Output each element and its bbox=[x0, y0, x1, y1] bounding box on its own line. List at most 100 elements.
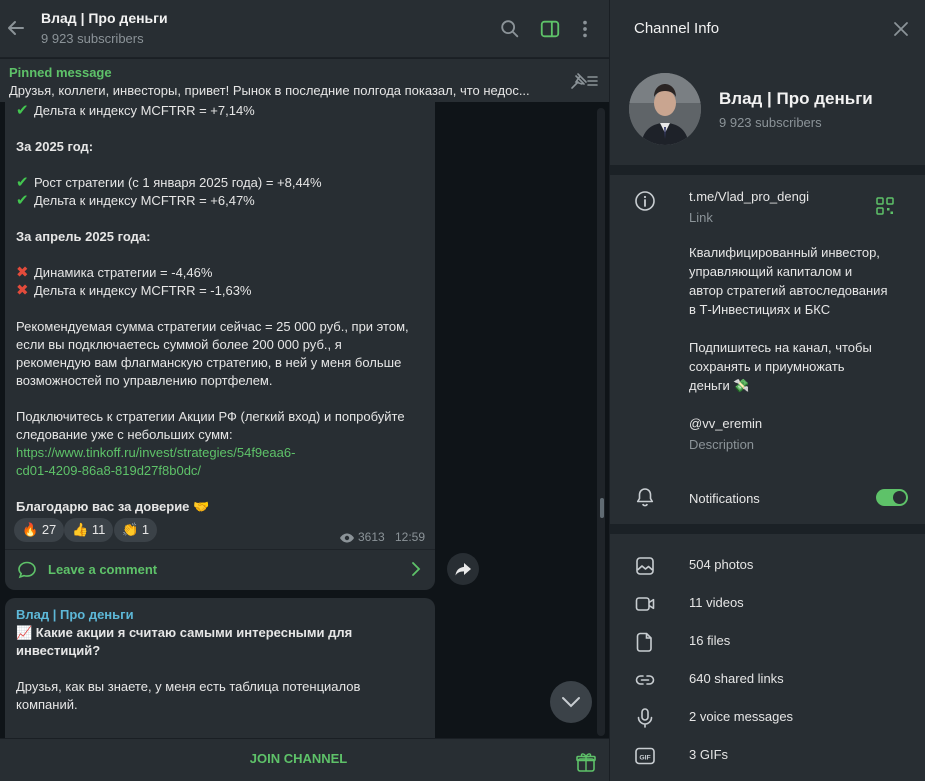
message-heading: За 2025 год: bbox=[16, 139, 94, 154]
media-row-files[interactable]: 16 files bbox=[610, 631, 925, 653]
pinned-message-bar[interactable]: Pinned message Друзья, коллеги, инвестор… bbox=[0, 58, 609, 102]
views-eye-icon bbox=[340, 533, 354, 543]
cross-mark-icon: ✖ bbox=[16, 264, 29, 281]
strategy-link[interactable]: https://www.tinkoff.ru/invest/strategies… bbox=[16, 444, 295, 462]
photo-icon bbox=[636, 557, 654, 575]
description-line: автор стратегий автоследования bbox=[689, 283, 888, 298]
avatar[interactable] bbox=[629, 73, 701, 145]
link-icon bbox=[635, 675, 655, 685]
views-count: 3613 bbox=[358, 530, 385, 544]
media-count-label: 3 GIFs bbox=[689, 747, 729, 762]
scrollbar-track[interactable] bbox=[597, 108, 605, 736]
qr-code-icon[interactable] bbox=[876, 197, 894, 215]
strategy-link[interactable]: cd01-4209-86a8-819d27f8b0dc/ bbox=[16, 462, 201, 480]
thumbs-up-icon: 👍 bbox=[72, 522, 89, 537]
media-row-photos[interactable]: 504 photos bbox=[610, 555, 925, 577]
message-line: Благодарю вас за доверие 🤝 bbox=[16, 499, 210, 514]
file-icon bbox=[636, 632, 652, 652]
message-line: если вы подключаетесь суммой более 200 0… bbox=[16, 337, 342, 352]
forward-arrow-icon bbox=[455, 563, 471, 576]
forward-button[interactable] bbox=[447, 553, 479, 585]
message-time: 12:59 bbox=[395, 530, 426, 544]
chat-pane: Влад | Про деньги 9 923 subscribers Pinn… bbox=[0, 0, 609, 781]
join-channel-button[interactable]: JOIN CHANNEL bbox=[0, 751, 597, 766]
link-caption: Link bbox=[689, 210, 713, 225]
description-line: Подпишитесь на канал, чтобы bbox=[689, 340, 872, 355]
reaction-clap[interactable]: 👏 1 bbox=[114, 518, 158, 542]
message-line: возможностей по управлению портфелем. bbox=[16, 373, 273, 388]
comment-icon bbox=[18, 561, 36, 579]
message-line: Подключитесь к стратегии Акции РФ (легки… bbox=[16, 409, 405, 424]
message-line: ✖ Динамика стратегии = -4,46% bbox=[16, 264, 213, 281]
message-title: 📈 Какие акции я считаю самыми интересным… bbox=[16, 625, 353, 640]
check-mark-icon: ✔ bbox=[16, 174, 29, 191]
media-count-label: 640 shared links bbox=[689, 671, 784, 686]
chat-subscribers: 9 923 subscribers bbox=[41, 31, 144, 46]
section-divider bbox=[610, 524, 925, 534]
panel-title: Channel Info bbox=[634, 20, 720, 37]
gift-icon[interactable] bbox=[575, 751, 597, 773]
description-line: в Т-Инвестициях и БКС bbox=[689, 302, 831, 317]
reaction-fire[interactable]: 🔥 27 bbox=[14, 518, 65, 542]
media-row-gifs[interactable]: GIF 3 GIFs bbox=[610, 745, 925, 767]
sidebar-toggle-icon[interactable] bbox=[539, 18, 561, 40]
notifications-toggle[interactable] bbox=[876, 489, 908, 506]
channel-info-panel: Channel Info Влад | Про деньги 9 923 sub… bbox=[609, 0, 925, 781]
more-options-icon[interactable] bbox=[574, 18, 596, 40]
message-title: инвестиций? bbox=[16, 643, 101, 658]
chat-header: Влад | Про деньги 9 923 subscribers bbox=[0, 0, 609, 58]
username-link[interactable]: @vv_eremin bbox=[689, 414, 762, 433]
message-line: ✔ Рост стратегии (с 1 января 2025 года) =… bbox=[16, 174, 322, 191]
channel-photo bbox=[629, 73, 701, 145]
scroll-to-bottom-button[interactable] bbox=[550, 681, 592, 723]
bell-icon bbox=[636, 488, 654, 507]
message-line: ✖ Дельта к индексу MCFTRR = -1,63% bbox=[16, 282, 252, 299]
mic-icon bbox=[637, 708, 653, 728]
message-line: следование уже с небольших сумм: bbox=[16, 427, 233, 442]
video-icon bbox=[635, 597, 655, 611]
pinned-message-text: Друзья, коллеги, инвесторы, привет! Рыно… bbox=[9, 83, 530, 98]
channel-subscribers: 9 923 subscribers bbox=[719, 115, 822, 130]
media-count-label: 504 photos bbox=[689, 557, 754, 572]
message-line: компаний. bbox=[16, 697, 78, 712]
search-icon[interactable] bbox=[499, 18, 521, 40]
message-heading: За апрель 2025 года: bbox=[16, 229, 151, 244]
media-count-label: 2 voice messages bbox=[689, 709, 794, 724]
chevron-right-icon bbox=[412, 562, 421, 576]
media-row-voice[interactable]: 2 voice messages bbox=[610, 707, 925, 729]
close-icon[interactable] bbox=[892, 20, 910, 38]
join-bar: JOIN CHANNEL bbox=[0, 738, 609, 781]
fire-icon: 🔥 bbox=[22, 522, 39, 537]
description-line: управляющий капиталом и bbox=[689, 264, 853, 279]
clap-icon: 👏 bbox=[122, 522, 139, 537]
info-icon bbox=[635, 191, 655, 211]
message-line: рекомендую вам флагманскую стратегию, в … bbox=[16, 355, 402, 370]
reaction-thumbs-up[interactable]: 👍 11 bbox=[64, 518, 114, 542]
media-count-label: 16 files bbox=[689, 633, 731, 648]
message-bubble: Влад | Про деньги 📈 Какие акции я считаю… bbox=[5, 598, 435, 738]
back-arrow-icon[interactable] bbox=[4, 16, 28, 40]
chevron-down-icon bbox=[562, 697, 580, 708]
section-divider bbox=[610, 165, 925, 175]
message-line: Друзья, как вы знаете, у меня есть табли… bbox=[16, 679, 361, 694]
gif-icon: GIF bbox=[635, 747, 655, 765]
media-row-links[interactable]: 640 shared links bbox=[610, 669, 925, 691]
scrollbar-thumb[interactable] bbox=[600, 498, 604, 518]
description-line: деньги 💸 bbox=[689, 378, 750, 393]
message-line: ✔ Дельта к индексу MCFTRR = +6,47% bbox=[16, 192, 255, 209]
pinned-message-title: Pinned message bbox=[9, 65, 112, 80]
message-list[interactable]: ✔ Дельта к индексу MCFTRR = +7,14% За 202… bbox=[0, 102, 609, 738]
message-line: ✔ Дельта к индексу MCFTRR = +7,14% bbox=[16, 102, 255, 119]
description-line: Квалифицированный инвестор, bbox=[689, 245, 880, 260]
pinned-list-icon[interactable] bbox=[569, 71, 599, 91]
message-author[interactable]: Влад | Про деньги bbox=[16, 606, 134, 624]
cross-mark-icon: ✖ bbox=[16, 282, 29, 299]
message-bubble: ✔ Дельта к индексу MCFTRR = +7,14% За 202… bbox=[5, 102, 435, 590]
channel-name: Влад | Про деньги bbox=[719, 89, 873, 108]
media-row-videos[interactable]: 11 videos bbox=[610, 593, 925, 615]
channel-link[interactable]: t.me/Vlad_pro_dengi bbox=[689, 187, 809, 206]
leave-comment-label: Leave a comment bbox=[48, 562, 158, 577]
description-line: сохранять и приумножать bbox=[689, 359, 845, 374]
leave-comment-button[interactable]: Leave a comment bbox=[5, 550, 435, 588]
chat-title[interactable]: Влад | Про деньги bbox=[41, 10, 168, 26]
